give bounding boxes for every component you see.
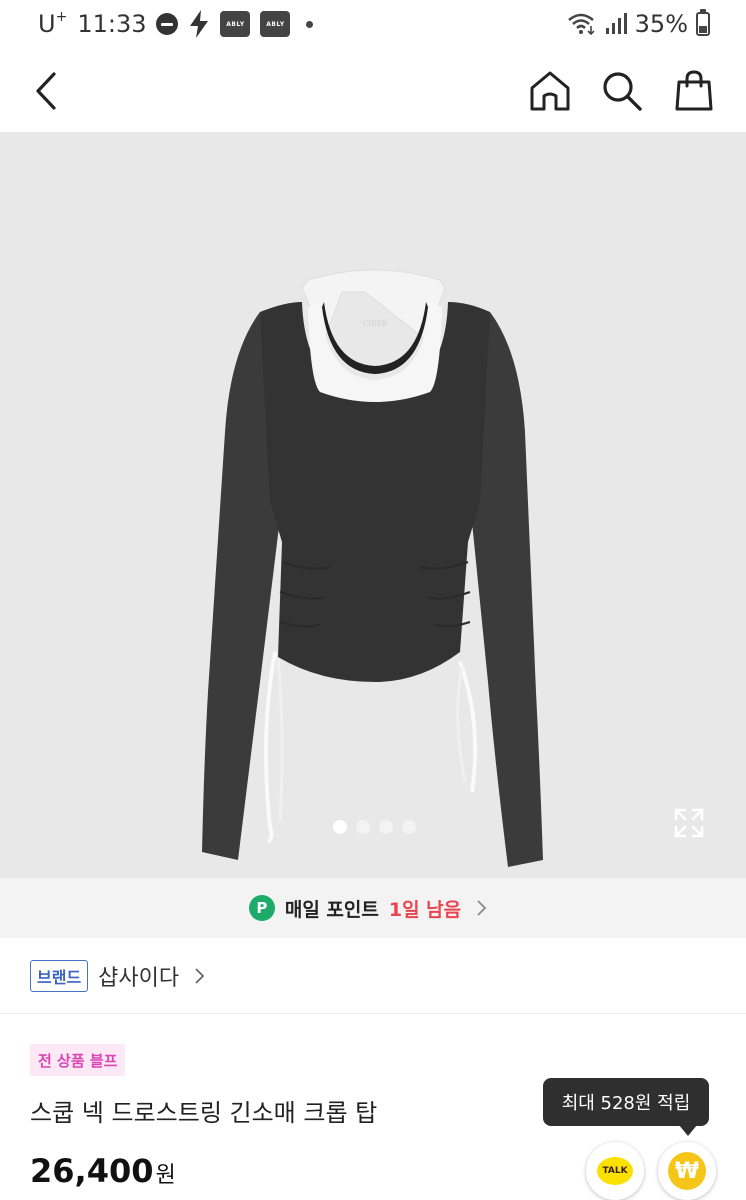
carrier-label: U+ xyxy=(38,9,68,38)
carousel-indicator xyxy=(0,820,746,834)
search-button[interactable] xyxy=(599,68,645,114)
status-bar: U+ 11:33 ABLY ABLY 35% xyxy=(0,0,746,52)
garment-label-text: CIDER xyxy=(363,320,388,328)
chevron-right-icon xyxy=(195,967,205,984)
charging-bolt-icon xyxy=(190,10,209,38)
daily-point-banner[interactable]: P 매일 포인트 1일 남음 xyxy=(0,878,746,938)
sale-tag: 전 상품 블프 xyxy=(30,1044,126,1076)
carousel-dot-active[interactable] xyxy=(332,820,347,834)
point-badge-icon: P xyxy=(248,895,275,921)
top-nav-bar xyxy=(0,52,746,132)
price-value: 26,400 xyxy=(30,1152,154,1190)
won-coin-icon: ₩ xyxy=(668,1152,706,1190)
days-left-label: 1일 남음 xyxy=(388,898,462,921)
status-right: 35% xyxy=(567,9,710,38)
signal-icon xyxy=(605,13,627,34)
expand-icon[interactable] xyxy=(672,806,706,840)
daily-point-label: 매일 포인트 xyxy=(284,898,379,921)
product-title: 스쿱 넥 드로스트링 긴소매 크롭 탑 xyxy=(30,1099,378,1127)
product-photo: CIDER xyxy=(202,269,543,867)
home-icon xyxy=(530,71,570,111)
do-not-disturb-icon xyxy=(156,13,179,35)
kakao-talk-icon: TALK xyxy=(597,1157,633,1185)
brand-tag: 브랜드 xyxy=(30,959,89,992)
carousel-dot[interactable] xyxy=(378,820,393,834)
ably-notification-icon: ABLY xyxy=(260,11,291,37)
back-button[interactable] xyxy=(24,68,70,114)
carousel-dot[interactable] xyxy=(401,820,416,834)
back-icon xyxy=(36,72,56,110)
search-icon xyxy=(603,72,642,111)
shopping-bag-icon xyxy=(675,70,713,111)
carousel-dot[interactable] xyxy=(355,820,370,834)
cart-button[interactable] xyxy=(671,68,717,114)
kakao-talk-button[interactable]: TALK xyxy=(586,1142,644,1200)
brand-name: 샵사이다 xyxy=(98,965,180,991)
home-button[interactable] xyxy=(527,68,573,114)
product-image-carousel[interactable]: CIDER xyxy=(0,132,746,878)
brand-row[interactable]: 브랜드 샵사이다 xyxy=(0,938,746,1014)
price-unit: 원 xyxy=(155,1163,176,1188)
ably-notification-icon: ABLY xyxy=(220,11,251,37)
battery-icon xyxy=(696,9,710,36)
wifi-icon xyxy=(567,13,595,36)
product-price: 26,400원 xyxy=(30,1152,176,1190)
max-point-tooltip: 최대 528원 적립 xyxy=(543,1078,709,1136)
chevron-right-icon xyxy=(477,900,487,916)
point-reward-button[interactable]: ₩ xyxy=(658,1142,716,1200)
clock: 11:33 xyxy=(77,10,147,38)
more-notifications-dot xyxy=(306,20,314,28)
battery-percent: 35% xyxy=(634,10,688,38)
status-left: U+ 11:33 ABLY ABLY xyxy=(38,9,314,38)
